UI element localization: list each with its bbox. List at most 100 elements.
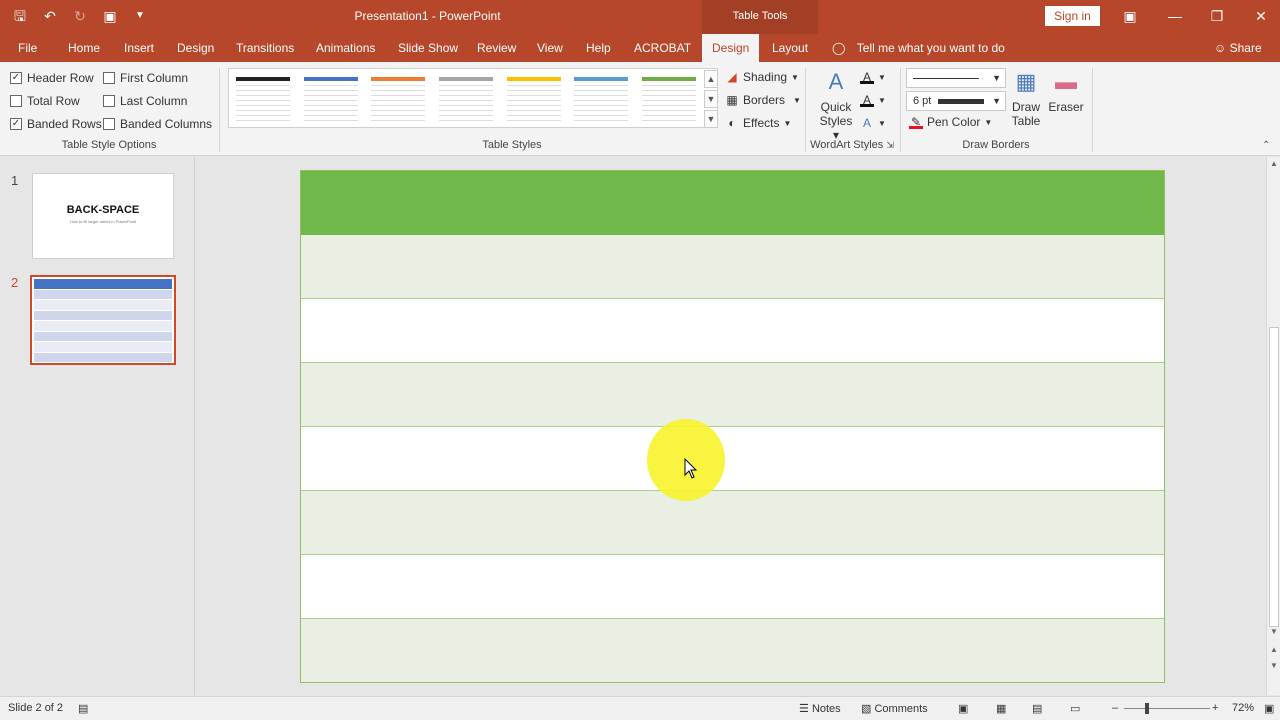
checkbox-unchecked (103, 95, 115, 107)
first-column-checkbox[interactable]: First Column (103, 71, 188, 85)
tab-file[interactable]: File (18, 34, 37, 62)
table-row[interactable] (301, 555, 1164, 619)
ribbon: ✓ Header Row First Column Total Row Last… (0, 62, 1280, 156)
fit-to-window-icon[interactable]: ▣ (1264, 702, 1274, 715)
tab-home[interactable]: Home (68, 34, 100, 62)
text-fill-button[interactable]: A ▼ (860, 70, 886, 84)
banded-rows-label: Banded Rows (27, 117, 102, 131)
total-row-checkbox[interactable]: Total Row (10, 94, 80, 108)
text-effects-button[interactable]: A ▼ (860, 116, 886, 130)
close-icon[interactable]: ✕ (1246, 5, 1276, 27)
tab-table-design[interactable]: Design (702, 34, 760, 62)
table-style-swatch-black[interactable] (236, 77, 290, 121)
chevron-down-icon: ▼ (791, 72, 799, 82)
table-style-swatch-gold[interactable] (507, 77, 561, 121)
gallery-down-icon[interactable]: ▼ (704, 90, 718, 108)
group-divider (1092, 68, 1093, 152)
draw-table-button[interactable]: ▦ Draw Table (1008, 68, 1044, 128)
tab-design[interactable]: Design (177, 34, 214, 62)
text-fill-icon: A (860, 70, 874, 84)
table-row[interactable] (301, 619, 1164, 682)
table-style-swatch-blue[interactable] (304, 77, 358, 121)
text-effects-icon: A (862, 116, 871, 130)
zoom-slider-knob[interactable] (1145, 703, 1149, 714)
ribbon-display-icon[interactable]: ▣ (1115, 5, 1145, 27)
table-style-swatch-green[interactable] (642, 77, 696, 121)
table-row[interactable] (301, 491, 1164, 555)
minimize-icon[interactable]: — (1160, 5, 1190, 27)
scrollbar-thumb[interactable] (1269, 327, 1279, 627)
tab-slide-show[interactable]: Slide Show (398, 34, 458, 62)
banded-rows-checkbox[interactable]: ✓ Banded Rows (10, 117, 102, 131)
reading-view-icon[interactable]: ▤ (1032, 702, 1042, 715)
slide-show-icon[interactable]: ▭ (1070, 702, 1080, 715)
text-outline-button[interactable]: A ▼ (860, 93, 886, 107)
table-header-row[interactable] (301, 171, 1164, 235)
pen-style-line (913, 77, 979, 79)
header-row-checkbox[interactable]: ✓ Header Row (10, 71, 94, 85)
ribbon-tabs: File Home Insert Design Transitions Anim… (0, 34, 1280, 62)
scroll-down-icon[interactable]: ▼ (1267, 627, 1280, 636)
notes-button[interactable]: ☰ Notes (799, 702, 841, 715)
next-slide-icon[interactable]: ▼ (1267, 661, 1280, 670)
slide-table[interactable] (300, 170, 1165, 683)
collapse-ribbon-icon[interactable]: ⌃ (1262, 140, 1270, 151)
normal-view-icon[interactable]: ▣ (958, 702, 968, 715)
tab-insert[interactable]: Insert (124, 34, 154, 62)
effects-button[interactable]: ◐ Effects ▼ (725, 116, 791, 130)
previous-slide-icon[interactable]: ▲ (1267, 645, 1280, 654)
sign-in-button[interactable]: Sign in (1045, 6, 1100, 26)
tab-view[interactable]: View (537, 34, 563, 62)
pen-style-dropdown[interactable]: ▼ (906, 68, 1006, 88)
comments-button[interactable]: ▧ Comments (861, 702, 928, 715)
zoom-slider[interactable] (1124, 708, 1210, 709)
borders-button[interactable]: ▦ Borders ▼ (725, 93, 801, 107)
scroll-up-icon[interactable]: ▲ (1267, 159, 1280, 168)
tab-acrobat[interactable]: ACROBAT (634, 34, 691, 62)
table-row[interactable] (301, 235, 1164, 299)
status-bar: Slide 2 of 2 ▤ ☰ Notes ▧ Comments ▣ ▦ ▤ … (0, 696, 1280, 720)
slide-number: 1 (11, 173, 19, 188)
gallery-more-icon[interactable]: ▼ (704, 110, 718, 128)
tab-animations[interactable]: Animations (316, 34, 375, 62)
pen-color-button[interactable]: ✎ Pen Color ▼ (909, 115, 992, 129)
banded-columns-label: Banded Columns (120, 117, 213, 131)
chevron-down-icon: ▼ (878, 72, 886, 82)
zoom-level[interactable]: 72% (1232, 702, 1254, 714)
table-style-swatch-gray[interactable] (439, 77, 493, 121)
gallery-up-icon[interactable]: ▲ (704, 70, 718, 88)
slide-thumbnail-2[interactable] (30, 275, 176, 365)
thumbnail-header-row (34, 279, 172, 290)
table-row[interactable] (301, 427, 1164, 491)
eraser-button[interactable]: ▬ Eraser (1048, 68, 1084, 114)
banded-columns-checkbox[interactable]: Banded Columns (103, 117, 212, 131)
table-row[interactable] (301, 299, 1164, 363)
slide-thumbnail-1[interactable]: BACK-SPACE How to fill larger tables in … (32, 173, 174, 259)
table-style-swatch-orange[interactable] (371, 77, 425, 121)
pen-color-label: Pen Color (927, 115, 981, 129)
chevron-down-icon: ▼ (992, 96, 1001, 106)
tab-review[interactable]: Review (477, 34, 516, 62)
zoom-in-icon[interactable]: + (1212, 702, 1218, 714)
tab-help[interactable]: Help (586, 34, 611, 62)
shading-button[interactable]: ◢ Shading ▼ (725, 70, 799, 84)
shading-label: Shading (743, 70, 788, 84)
table-row[interactable] (301, 363, 1164, 427)
share-button[interactable]: ☺ Share (1214, 34, 1262, 62)
tell-me-box[interactable]: ◯ Tell me what you want to do (832, 34, 1005, 62)
slide-sorter-icon[interactable]: ▦ (996, 702, 1006, 715)
thumbnail-subtitle: How to fill larger tables in PowerPoint (69, 219, 137, 224)
table-style-swatch-light-blue[interactable] (574, 77, 628, 121)
borders-label: Borders (743, 93, 786, 107)
spelling-icon[interactable]: ▤ (78, 702, 88, 715)
quick-styles-button[interactable]: A Quick Styles ▾ (815, 68, 857, 142)
wordart-styles-group-label: WordArt Styles ⇲ (810, 139, 894, 151)
last-column-checkbox[interactable]: Last Column (103, 94, 187, 108)
tab-table-layout[interactable]: Layout (772, 34, 808, 62)
restore-icon[interactable]: ❐ (1202, 5, 1232, 27)
pen-weight-dropdown[interactable]: 6 pt ▼ (906, 91, 1006, 111)
zoom-out-icon[interactable]: – (1112, 702, 1118, 714)
tab-transitions[interactable]: Transitions (236, 34, 294, 62)
dialog-launcher-icon[interactable]: ⇲ (886, 140, 894, 150)
vertical-scrollbar[interactable]: ▲ ▼ ▲ ▼ (1266, 157, 1280, 695)
